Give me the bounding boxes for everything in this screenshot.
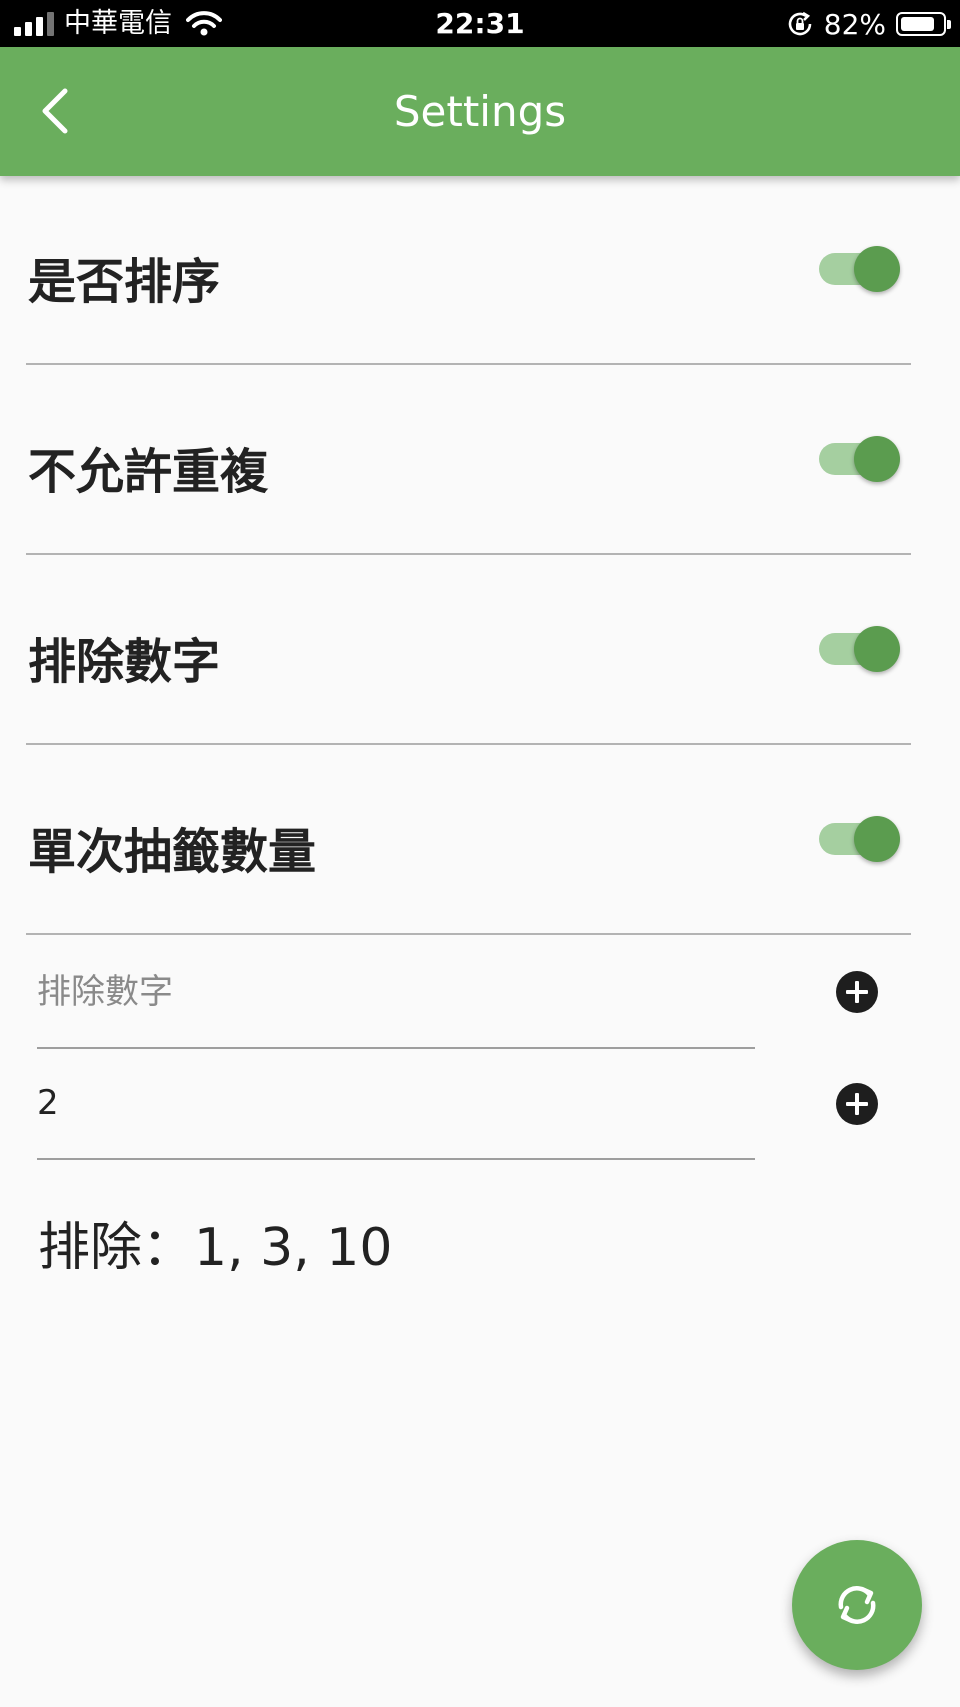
battery-fill bbox=[901, 17, 934, 31]
divider bbox=[26, 933, 911, 935]
refresh-icon bbox=[838, 1586, 876, 1624]
toggle-thumb bbox=[854, 626, 900, 672]
exclude-number-input[interactable] bbox=[37, 937, 755, 1049]
exclude-input-row bbox=[37, 937, 757, 1049]
status-bar: 中華電信 22:31 82% bbox=[0, 0, 960, 47]
excluded-numbers-text: 排除：1, 3, 10 bbox=[38, 1218, 393, 1278]
battery-nub bbox=[947, 20, 951, 29]
setting-row-exclude: 排除數字 bbox=[26, 555, 911, 745]
draw-count-toggle[interactable] bbox=[817, 809, 901, 869]
add-exclude-button[interactable] bbox=[836, 971, 878, 1013]
setting-label-exclude: 排除數字 bbox=[28, 634, 221, 690]
toggle-thumb bbox=[854, 816, 900, 862]
no-repeat-toggle[interactable] bbox=[817, 429, 901, 489]
exclude-toggle[interactable] bbox=[817, 619, 901, 679]
draw-count-input-row bbox=[37, 1048, 757, 1160]
status-right: 82% bbox=[786, 6, 951, 42]
add-draw-count-button[interactable] bbox=[836, 1083, 878, 1125]
battery-icon bbox=[896, 12, 951, 36]
refresh-fab[interactable] bbox=[792, 1540, 922, 1670]
battery-percent: 82% bbox=[823, 7, 886, 41]
setting-row-draw-count: 單次抽籤數量 bbox=[26, 745, 911, 935]
setting-label-no-repeat: 不允許重複 bbox=[28, 444, 269, 500]
setting-label-sort: 是否排序 bbox=[28, 254, 221, 310]
draw-count-input[interactable] bbox=[37, 1048, 755, 1160]
sort-toggle[interactable] bbox=[817, 239, 901, 299]
app-bar: Settings bbox=[0, 47, 960, 176]
toggle-thumb bbox=[854, 436, 900, 482]
rotation-lock-icon bbox=[788, 11, 812, 36]
page-title: Settings bbox=[393, 87, 567, 136]
setting-label-draw-count: 單次抽籤數量 bbox=[28, 824, 317, 880]
setting-row-no-repeat: 不允許重複 bbox=[26, 365, 911, 555]
toggle-thumb bbox=[854, 246, 900, 292]
setting-row-sort: 是否排序 bbox=[26, 175, 911, 365]
